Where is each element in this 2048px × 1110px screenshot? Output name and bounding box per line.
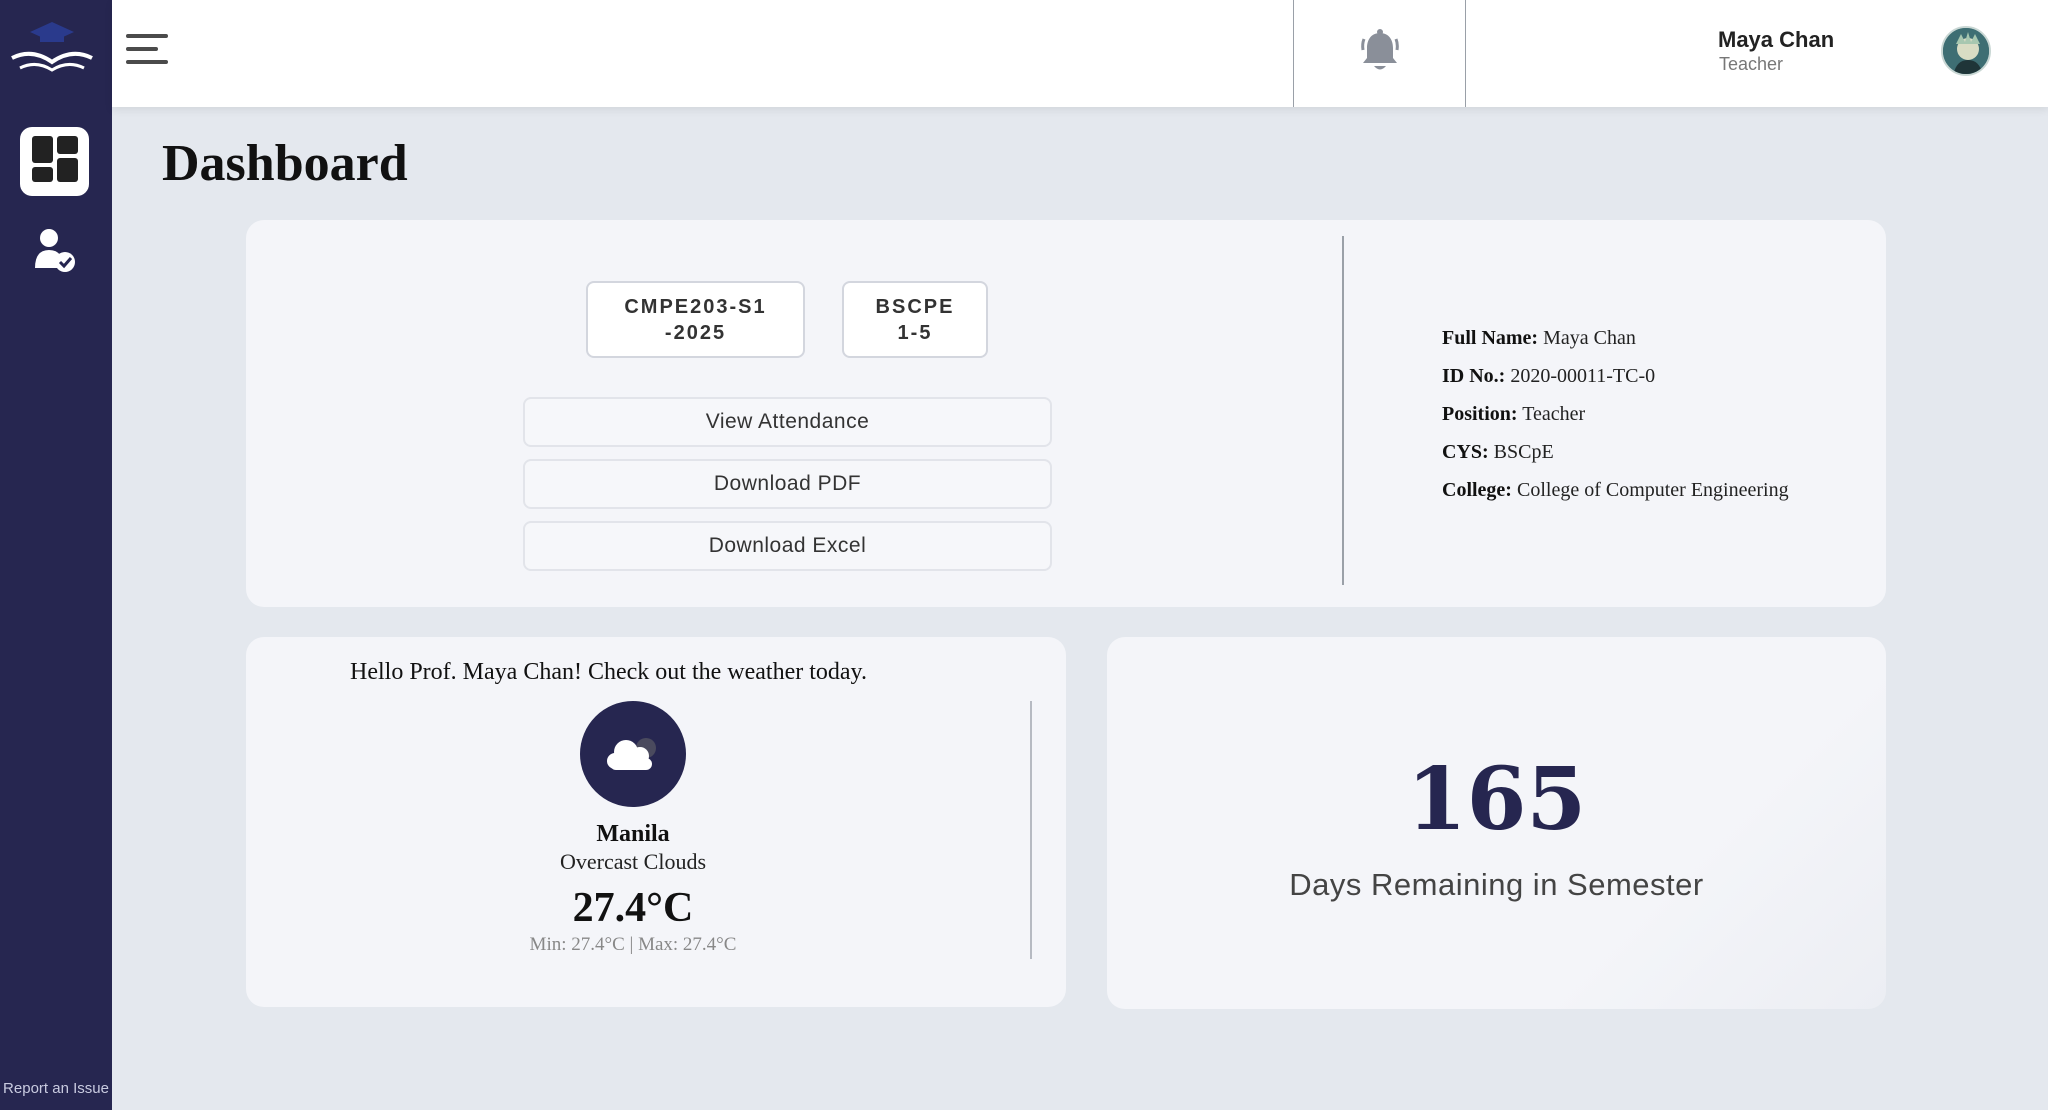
- view-attendance-button[interactable]: View Attendance: [523, 397, 1052, 447]
- profile-info: Full Name: Maya Chan ID No.: 2020-00011-…: [1442, 319, 1789, 509]
- class-overview-card: CMPE203-S1-2025 BSCPE 1-5 View Attendanc…: [246, 220, 1886, 607]
- section-chip[interactable]: BSCPE 1-5: [842, 281, 988, 358]
- user-check-icon: [33, 228, 77, 279]
- notification-button[interactable]: [1293, 0, 1466, 107]
- hamburger-menu-icon[interactable]: [126, 34, 168, 68]
- weather-greeting: Hello Prof. Maya Chan! Check out the wea…: [350, 659, 867, 685]
- download-excel-button[interactable]: Download Excel: [523, 521, 1052, 571]
- user-role: Teacher: [1719, 54, 1784, 74]
- profile-college: College: College of Computer Engineering: [1442, 479, 1789, 501]
- weather-min-max: Min: 27.4°C | Max: 27.4°C: [529, 934, 737, 955]
- profile-cys: CYS: BSCpE: [1442, 441, 1554, 463]
- weather-city: Manila: [596, 821, 670, 847]
- download-pdf-button[interactable]: Download PDF: [523, 459, 1052, 509]
- graduation-cap-book-logo[interactable]: [8, 18, 96, 78]
- report-issue-link[interactable]: Report an Issue: [0, 1079, 112, 1098]
- page-title: Dashboard: [162, 135, 408, 192]
- weather-temperature: 27.4°C: [572, 885, 694, 931]
- top-header: Maya Chan Teacher: [112, 0, 2048, 107]
- profile-id: ID No.: 2020-00011-TC-0: [1442, 365, 1656, 387]
- profile-full-name: Full Name: Maya Chan: [1442, 327, 1636, 349]
- days-remaining-count: 165: [1406, 749, 1587, 850]
- section-label: BSCPE 1-5: [875, 295, 955, 344]
- sidebar-item-attendance[interactable]: [30, 228, 80, 278]
- semester-countdown-card: 165 Days Remaining in Semester: [1107, 637, 1886, 1009]
- user-name: Maya Chan: [1718, 27, 1835, 52]
- divider: [1342, 236, 1344, 585]
- weather-divider: [1030, 701, 1032, 959]
- bell-icon: [1360, 29, 1400, 78]
- weather-card: Hello Prof. Maya Chan! Check out the wea…: [246, 637, 1066, 1007]
- course-code-chip[interactable]: CMPE203-S1-2025: [586, 281, 805, 358]
- sidebar: Report an Issue: [0, 0, 112, 1110]
- cloud-icon: [580, 701, 686, 807]
- days-remaining-label: Days Remaining in Semester: [1289, 867, 1704, 902]
- dashboard-grid-icon: [31, 135, 79, 188]
- avatar[interactable]: [1941, 26, 1991, 76]
- profile-position: Position: Teacher: [1442, 403, 1586, 425]
- weather-condition: Overcast Clouds: [559, 849, 707, 874]
- sidebar-item-dashboard[interactable]: [20, 127, 89, 196]
- course-code-label: CMPE203-S1-2025: [624, 295, 767, 344]
